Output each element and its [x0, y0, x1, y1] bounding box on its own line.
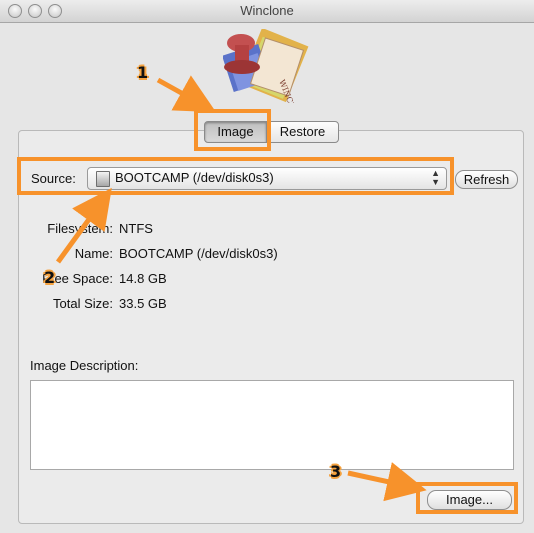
marker-3: 3	[330, 462, 342, 481]
total-size-label: Total Size:	[53, 296, 113, 311]
marker-1: 1	[137, 63, 149, 82]
free-space-value: 14.8 GB	[119, 271, 167, 286]
winclone-stamp-icon: WINCLONE	[223, 29, 309, 103]
name-value: BOOTCAMP (/dev/disk0s3)	[119, 246, 278, 261]
highlight-box-1	[194, 109, 271, 151]
marker-2: 2	[44, 268, 56, 287]
tab-restore[interactable]: Restore	[266, 121, 339, 143]
image-description-label: Image Description:	[30, 358, 139, 373]
image-description-field[interactable]	[30, 380, 514, 470]
filesystem-label: Filesystem:	[47, 221, 113, 236]
highlight-box-2	[17, 157, 454, 195]
free-space-label: Free Space:	[42, 271, 113, 286]
winclone-window: Winclone WINCLONE Image Restore Source: …	[0, 0, 534, 533]
window-title: Winclone	[240, 3, 294, 18]
name-label: Name:	[74, 246, 113, 261]
highlight-box-3	[416, 482, 518, 514]
total-size-value: 33.5 GB	[119, 296, 167, 311]
title-bar: Winclone	[0, 0, 534, 23]
filesystem-value: NTFS	[119, 221, 153, 236]
refresh-button[interactable]: Refresh	[455, 170, 518, 189]
arrow-1	[156, 75, 217, 113]
